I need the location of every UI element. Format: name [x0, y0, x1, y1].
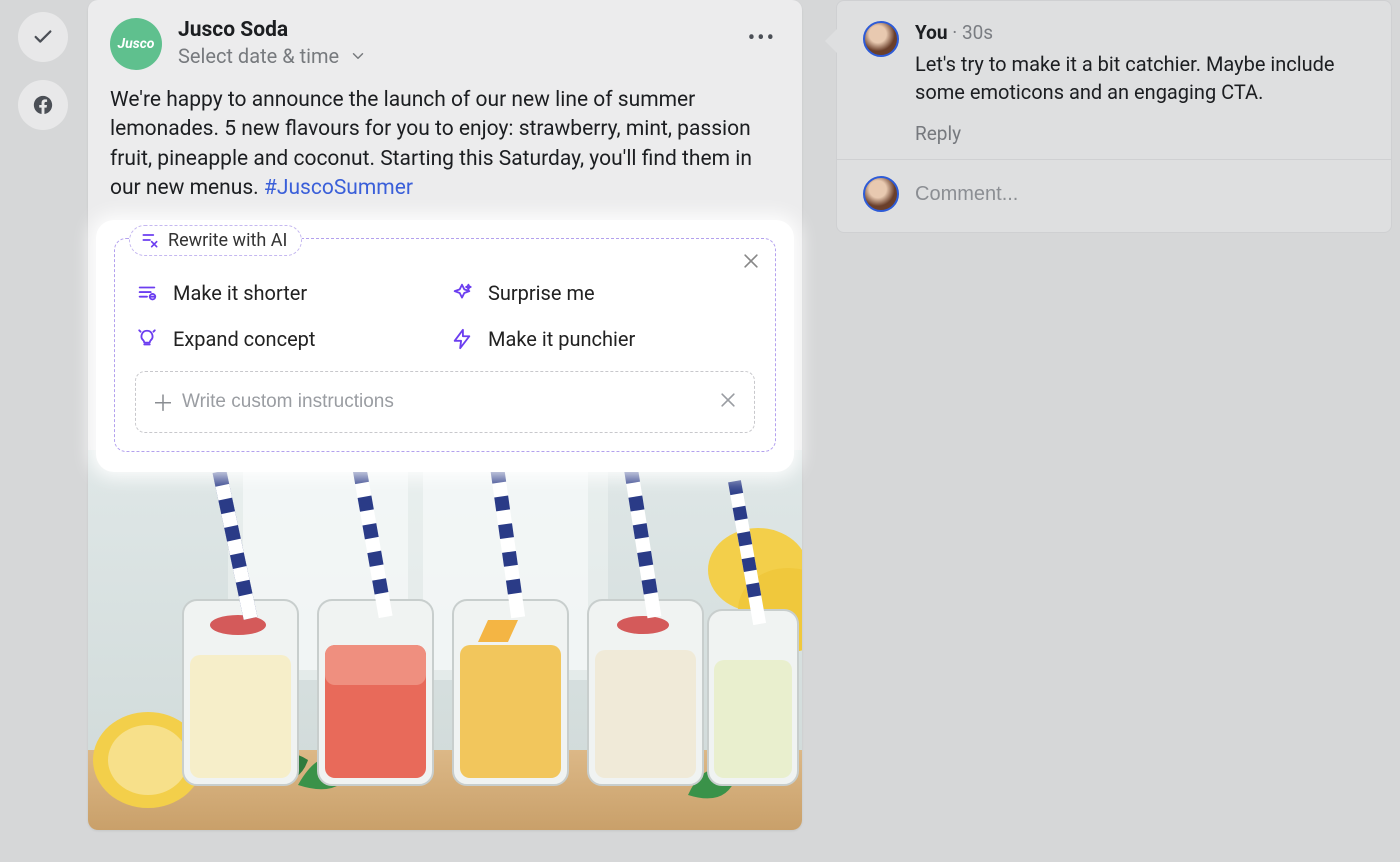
comment-thread: You · 30s Let's try to make it a bit cat… [837, 1, 1391, 159]
ai-rewrite-panel: Rewrite with AI Make it shorter Surprise… [96, 220, 794, 472]
post-hashtag[interactable]: #JuscoSummer [264, 176, 413, 200]
avatar [863, 176, 899, 212]
ai-option-shorter[interactable]: Make it shorter [135, 281, 440, 305]
comment-input[interactable] [915, 183, 1365, 206]
shorter-icon [136, 282, 158, 304]
schedule-picker[interactable]: Select date & time [178, 44, 367, 68]
post-card: Jusco Jusco Soda Select date & time ••• … [88, 0, 802, 830]
ai-option-punchier[interactable]: Make it punchier [450, 327, 755, 351]
rewrite-icon [140, 230, 160, 250]
avatar [863, 21, 899, 57]
ai-option-label: Make it punchier [488, 327, 635, 351]
brand-avatar-text: Jusco [118, 36, 155, 52]
ai-option-label: Surprise me [488, 281, 595, 305]
ai-option-expand[interactable]: Expand concept [135, 327, 440, 351]
comment-input-row [837, 159, 1391, 232]
ai-panel-close-button[interactable] [741, 251, 761, 275]
post-image [88, 450, 802, 830]
bolt-icon [451, 328, 473, 350]
comment-time: · 30s [952, 21, 993, 44]
ai-option-label: Make it shorter [173, 281, 307, 305]
close-icon [718, 390, 738, 410]
comment-header: You · 30s [915, 21, 1365, 44]
plus-icon: ＋ [152, 386, 170, 418]
lightbulb-icon [136, 328, 158, 350]
ai-custom-instruction-field[interactable]: ＋ [135, 371, 755, 433]
facebook-channel-button[interactable] [18, 80, 68, 130]
ai-option-surprise[interactable]: Surprise me [450, 281, 755, 305]
ai-option-label: Expand concept [173, 327, 315, 351]
ai-rewrite-title-text: Rewrite with AI [168, 230, 287, 251]
reply-button[interactable]: Reply [915, 122, 1365, 145]
post-body[interactable]: We're happy to announce the launch of ou… [88, 76, 802, 210]
facebook-icon [32, 94, 54, 116]
schedule-label: Select date & time [178, 44, 339, 68]
sparkle-icon [451, 282, 473, 304]
check-icon [32, 26, 54, 48]
brand-avatar: Jusco [110, 18, 162, 70]
comment-author: You [915, 21, 948, 44]
ai-custom-instruction-input[interactable] [182, 391, 706, 413]
ai-rewrite-title: Rewrite with AI [129, 225, 302, 256]
chevron-down-icon [349, 47, 367, 65]
post-header: Jusco Jusco Soda Select date & time ••• [88, 0, 802, 76]
post-text: We're happy to announce the launch of ou… [110, 88, 752, 200]
close-icon [741, 251, 761, 271]
speech-tail [825, 29, 837, 53]
left-rail [18, 12, 68, 130]
comments-panel: You · 30s Let's try to make it a bit cat… [836, 0, 1392, 233]
ai-options-grid: Make it shorter Surprise me Expand conce… [135, 281, 755, 351]
post-author-name: Jusco Soda [178, 18, 367, 42]
approve-button[interactable] [18, 12, 68, 62]
comment-text: Let's try to make it a bit catchier. May… [915, 50, 1365, 106]
post-more-button[interactable]: ••• [744, 18, 780, 59]
ai-custom-clear-button[interactable] [718, 390, 738, 414]
ai-rewrite-fieldset: Rewrite with AI Make it shorter Surprise… [114, 238, 776, 452]
